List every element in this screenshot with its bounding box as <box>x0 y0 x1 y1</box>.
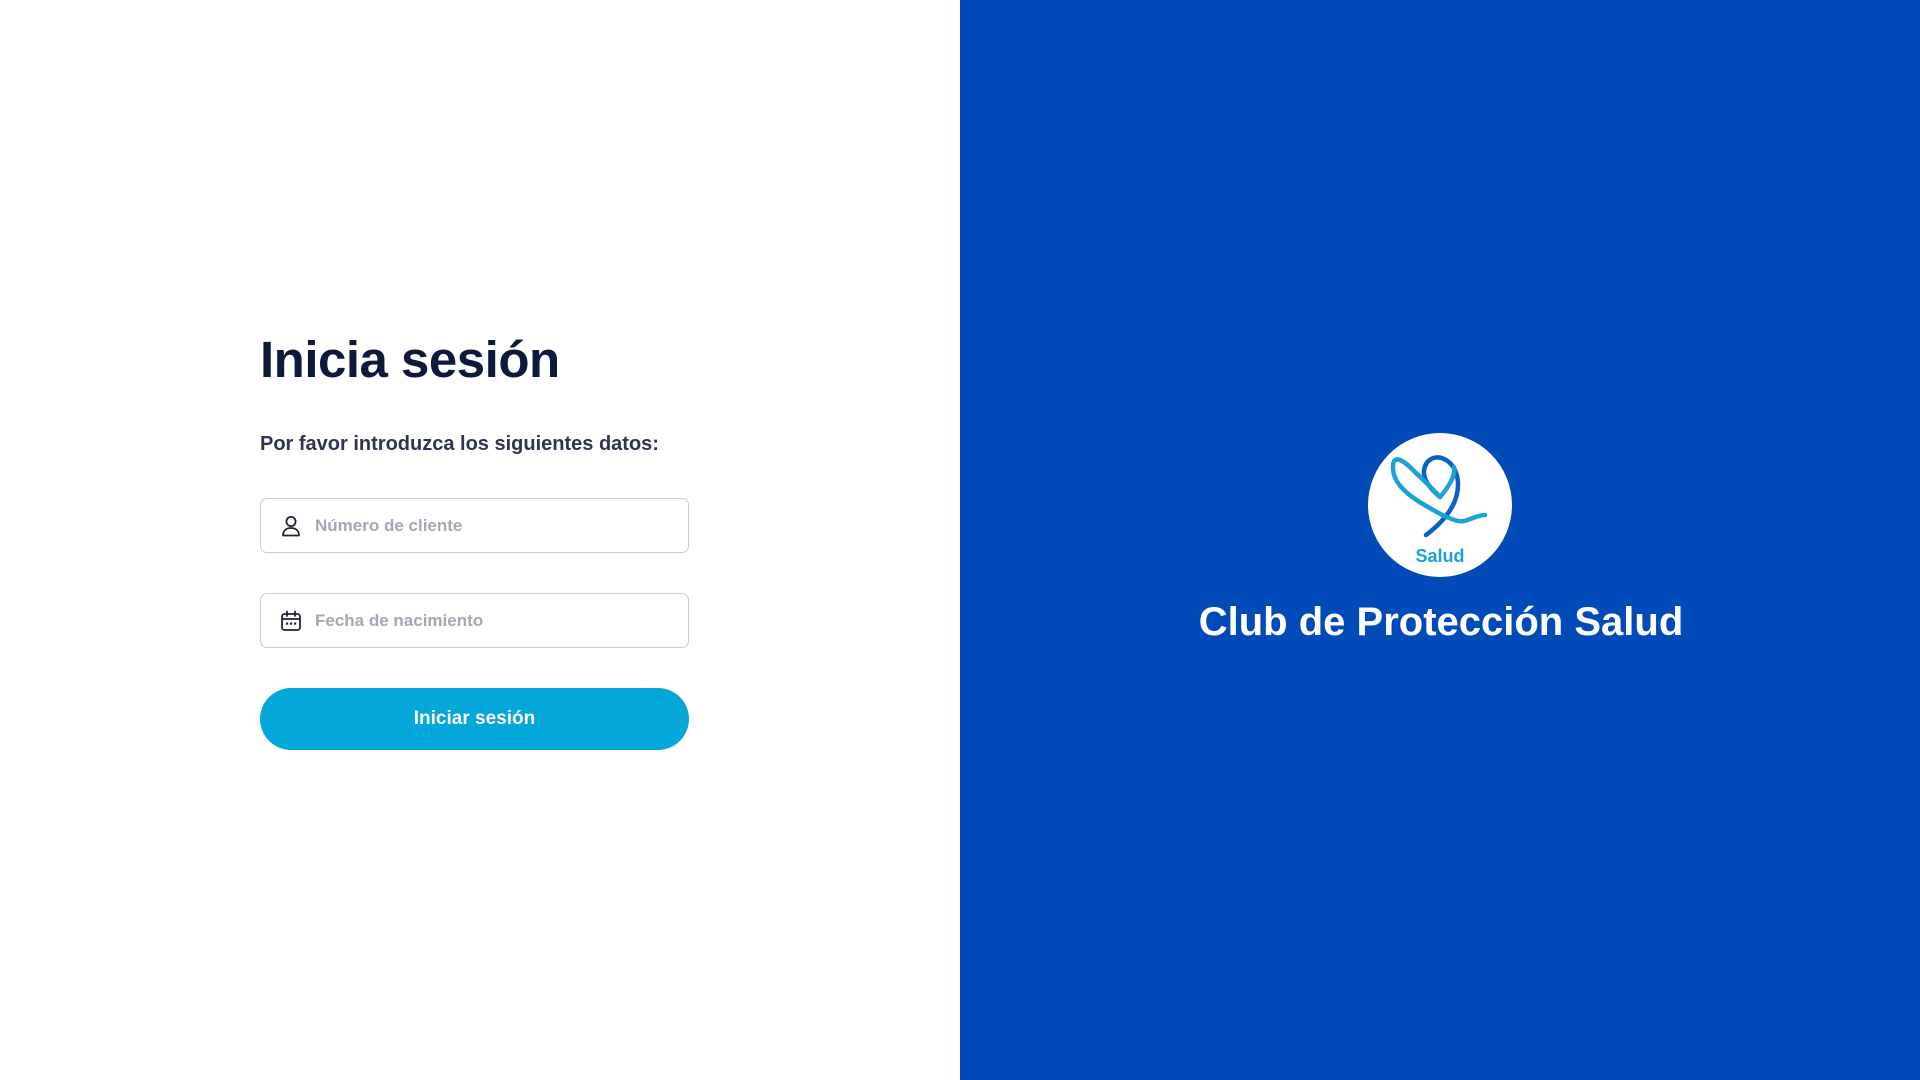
login-form: Inicia sesión Por favor introduzca los s… <box>260 320 689 750</box>
brand-block: Salud Club de Protección Salud <box>960 433 1920 647</box>
client-number-field[interactable] <box>260 498 689 553</box>
form-instructions: Por favor introduzca los siguientes dato… <box>260 433 659 455</box>
client-number-input[interactable] <box>315 505 675 546</box>
heart-ribbon-logo: Salud <box>1368 433 1512 577</box>
logo-text: Salud <box>1415 546 1465 566</box>
login-page: Inicia sesión Por favor introduzca los s… <box>0 0 1920 1080</box>
page-title: Inicia sesión <box>260 331 560 388</box>
birth-date-input[interactable] <box>315 600 675 641</box>
login-panel: Inicia sesión Por favor introduzca los s… <box>0 0 960 1080</box>
user-icon <box>279 514 303 538</box>
brand-name: Club de Protección Salud <box>1198 600 1684 644</box>
brand-panel: Salud Club de Protección Salud <box>960 0 1920 1080</box>
login-button[interactable]: Iniciar sesión <box>260 688 689 750</box>
calendar-icon <box>279 609 303 633</box>
birth-date-field[interactable] <box>260 593 689 648</box>
